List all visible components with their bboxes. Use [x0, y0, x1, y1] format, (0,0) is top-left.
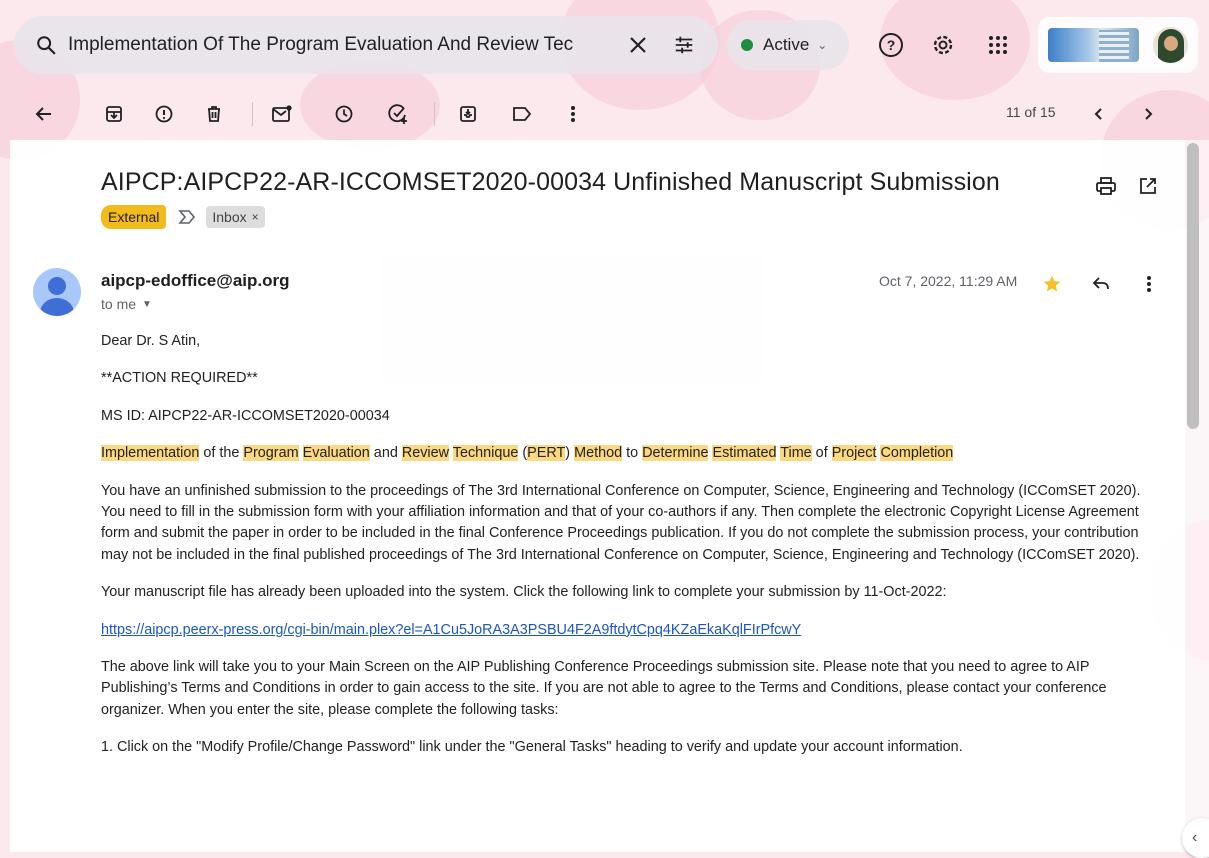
sender-avatar[interactable]	[33, 268, 81, 316]
back-arrow-icon[interactable]	[24, 94, 64, 134]
highlighted-search-term: Time	[780, 445, 812, 462]
svg-text:?: ?	[887, 37, 896, 53]
inbox-label[interactable]: Inbox ×	[206, 206, 265, 228]
highlighted-search-term: Estimated	[712, 445, 777, 462]
task-item-1: 1. Click on the "Modify Profile/Change P…	[101, 739, 963, 756]
title-text: )	[565, 445, 575, 462]
toolbar-divider	[252, 102, 253, 126]
user-avatar[interactable]	[1153, 27, 1188, 63]
highlighted-search-term: Technique	[452, 445, 519, 462]
sender-email[interactable]: aipcp-edoffice@aip.org	[101, 271, 290, 291]
body-paragraph-1: You have an unfinished submission to the…	[101, 482, 1141, 563]
title-text: and	[369, 445, 402, 462]
previous-message-icon[interactable]	[1079, 94, 1119, 134]
email-date: Oct 7, 2022, 11:29 AM	[879, 273, 1018, 289]
manuscript-id: MS ID: AIPCP22-AR-ICCOMSET2020-00034	[101, 407, 390, 424]
apps-grid-icon[interactable]	[978, 25, 1018, 65]
importance-marker-icon[interactable]	[178, 209, 196, 225]
highlighted-search-term: Determine	[642, 445, 709, 462]
highlighted-search-term: Program	[243, 445, 299, 462]
highlighted-search-term: Project	[831, 445, 877, 462]
help-icon[interactable]: ?	[871, 25, 911, 65]
side-panel-toggle-icon[interactable]: ‹	[1182, 818, 1209, 858]
submission-link[interactable]: https://aipcp.peerx-press.org/cgi-bin/ma…	[101, 622, 801, 638]
search-bar[interactable]: Implementation Of The Program Evaluation…	[14, 16, 718, 74]
chevron-down-icon: ⌄	[817, 38, 828, 52]
search-icon[interactable]	[30, 29, 62, 61]
title-text: (	[518, 445, 528, 462]
next-message-icon[interactable]	[1128, 94, 1168, 134]
report-spam-icon[interactable]	[144, 94, 184, 134]
email-subject: AIPCP:AIPCP22-AR-ICCOMSET2020-00034 Unfi…	[101, 168, 1000, 196]
star-icon[interactable]	[1036, 268, 1068, 300]
reply-icon[interactable]	[1085, 268, 1117, 300]
add-to-tasks-icon[interactable]	[378, 94, 418, 134]
chevron-down-icon[interactable]: ▼	[142, 299, 152, 310]
highlighted-search-term: Implementation	[101, 445, 200, 462]
more-message-options-icon[interactable]	[1133, 268, 1165, 300]
highlighted-search-term: Review	[401, 445, 450, 462]
move-to-icon[interactable]	[448, 94, 488, 134]
delete-trash-icon[interactable]	[194, 94, 234, 134]
title-text	[299, 445, 303, 461]
highlighted-search-term: PERT	[527, 445, 566, 462]
toolbar-divider	[434, 102, 435, 126]
open-in-new-window-icon[interactable]	[1134, 172, 1162, 200]
email-body: Dear Dr. S Atin, **ACTION REQUIRED** MS …	[101, 331, 1166, 775]
status-label: Active	[763, 35, 810, 54]
email-labels: External Inbox ×	[101, 205, 265, 229]
highlighted-search-term: Evaluation	[302, 445, 370, 462]
clear-search-icon[interactable]	[618, 25, 658, 65]
title-text: of	[811, 445, 832, 462]
inbox-label-text: Inbox	[212, 209, 247, 225]
title-text: of the	[199, 445, 244, 462]
status-selector[interactable]: Active ⌄	[727, 20, 849, 70]
action-required-notice: **ACTION REQUIRED**	[101, 370, 258, 387]
search-options-icon[interactable]	[664, 25, 704, 65]
manuscript-title: Implementation of the Program Evaluation…	[101, 443, 1166, 464]
snooze-clock-icon[interactable]	[324, 94, 364, 134]
top-bar: Implementation Of The Program Evaluation…	[0, 0, 1209, 90]
mark-unread-icon[interactable]	[262, 94, 302, 134]
recipient-details[interactable]: to me ▼	[101, 296, 152, 312]
account-switcher[interactable]	[1038, 17, 1198, 73]
message-toolbar: 11 of 15	[0, 90, 1209, 138]
archive-icon[interactable]	[94, 94, 134, 134]
active-status-icon	[741, 39, 753, 51]
organization-logo	[1048, 28, 1140, 62]
remove-label-icon[interactable]: ×	[252, 207, 259, 227]
scrollbar-thumb[interactable]	[1187, 143, 1199, 429]
message-pager: 11 of 15	[1006, 104, 1056, 120]
greeting: Dear Dr. S Atin,	[101, 333, 201, 349]
body-paragraph-2: Your manuscript file has already been up…	[101, 584, 947, 601]
title-text: to	[622, 445, 643, 462]
recipient-label: to me	[101, 296, 137, 312]
highlighted-search-term: Completion	[880, 445, 954, 462]
external-label: External	[101, 205, 167, 229]
highlighted-search-term: Method	[574, 445, 623, 462]
search-input[interactable]: Implementation Of The Program Evaluation…	[68, 34, 612, 56]
print-icon[interactable]	[1092, 172, 1120, 200]
more-options-icon[interactable]	[553, 94, 593, 134]
body-paragraph-3: The above link will take you to your Mai…	[101, 659, 1107, 718]
label-tag-icon[interactable]	[502, 94, 542, 134]
settings-gear-icon[interactable]	[923, 25, 963, 65]
